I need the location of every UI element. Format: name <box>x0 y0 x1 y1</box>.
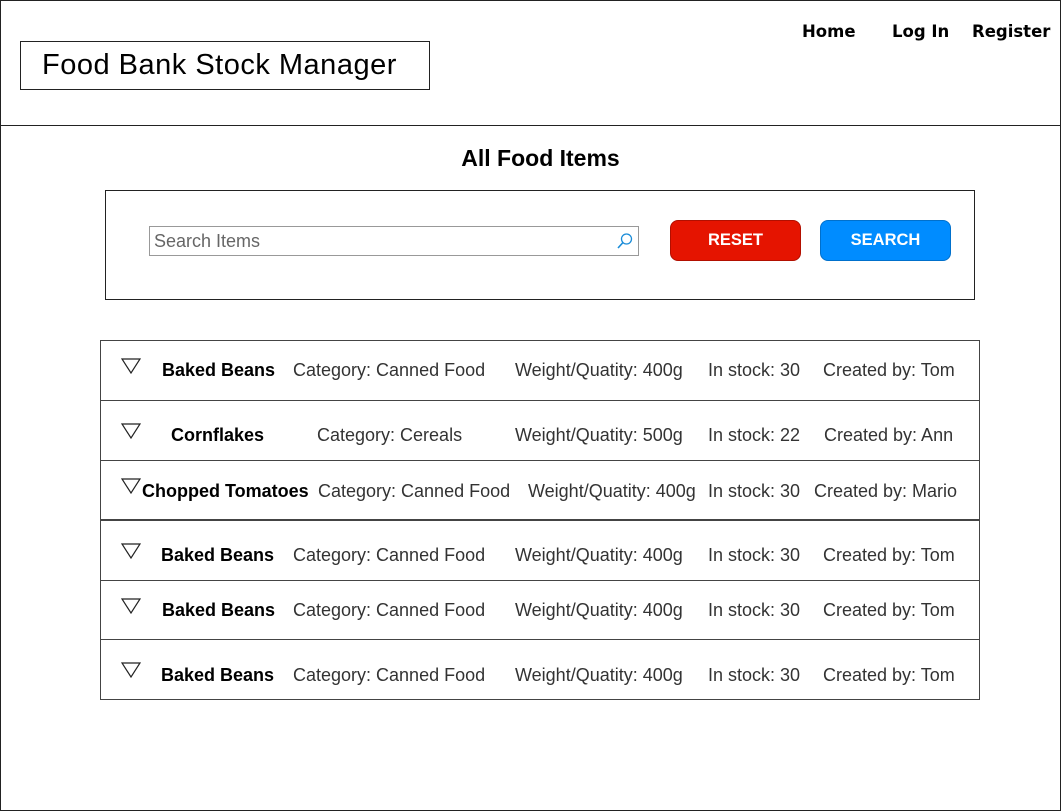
expand-triangle-icon[interactable] <box>121 543 141 559</box>
item-name: Cornflakes <box>171 425 265 445</box>
nav-login-link[interactable]: Log In <box>892 22 949 41</box>
item-weight: Weight/Quatity: 500g <box>515 425 683 445</box>
item-weight: Weight/Quatity: 400g <box>515 545 683 565</box>
item-category: Category: Canned Food <box>293 545 486 565</box>
search-field[interactable] <box>149 226 639 256</box>
expand-triangle-icon[interactable] <box>121 358 141 374</box>
expand-triangle-icon[interactable] <box>121 662 141 678</box>
item-created-by: Created by: Ann <box>824 425 954 445</box>
item-created-by: Created by: Tom <box>823 600 955 620</box>
reset-button[interactable]: RESET <box>670 220 801 261</box>
expand-triangle-icon[interactable] <box>121 423 141 439</box>
list-item[interactable]: Cornflakes Category: Cereals Weight/Quat… <box>100 400 980 461</box>
item-category: Category: Canned Food <box>293 360 486 380</box>
item-created-by: Created by: Tom <box>823 665 955 685</box>
item-stock: In stock: 30 <box>708 481 801 501</box>
item-name: Chopped Tomatoes <box>142 481 309 501</box>
search-button[interactable]: SEARCH <box>820 220 951 261</box>
header: Food Bank Stock Manager Home Log In Regi… <box>0 0 1061 126</box>
item-stock: In stock: 30 <box>708 600 801 620</box>
app-title[interactable]: Food Bank Stock Manager <box>20 41 430 90</box>
item-name: Baked Beans <box>162 360 276 380</box>
item-stock: In stock: 30 <box>708 665 801 685</box>
item-weight: Weight/Quatity: 400g <box>515 360 683 380</box>
item-category: Category: Canned Food <box>318 481 511 501</box>
item-weight: Weight/Quatity: 400g <box>515 665 683 685</box>
item-stock: In stock: 30 <box>708 360 801 380</box>
list-item[interactable]: Baked Beans Category: Canned Food Weight… <box>100 340 980 401</box>
search-panel: RESET SEARCH <box>105 190 975 300</box>
item-stock: In stock: 30 <box>708 545 801 565</box>
nav-home-link[interactable]: Home <box>802 22 856 41</box>
search-input[interactable] <box>150 227 614 255</box>
list-item[interactable]: Chopped Tomatoes Category: Canned Food W… <box>100 460 980 520</box>
page-title: All Food Items <box>461 145 620 171</box>
item-stock: In stock: 22 <box>708 425 801 445</box>
expand-triangle-icon[interactable] <box>121 598 141 614</box>
item-created-by: Created by: Mario <box>814 481 958 501</box>
search-icon[interactable] <box>616 232 634 250</box>
item-name: Baked Beans <box>162 600 276 620</box>
item-category: Category: Canned Food <box>293 600 486 620</box>
list-item[interactable]: Baked Beans Category: Canned Food Weight… <box>100 520 980 581</box>
item-name: Baked Beans <box>161 665 275 685</box>
item-name: Baked Beans <box>161 545 275 565</box>
item-created-by: Created by: Tom <box>823 360 955 380</box>
item-weight: Weight/Quatity: 400g <box>528 481 696 501</box>
expand-triangle-icon[interactable] <box>121 478 141 494</box>
list-item[interactable]: Baked Beans Category: Canned Food Weight… <box>100 580 980 640</box>
list-item[interactable]: Baked Beans Category: Canned Food Weight… <box>100 639 980 700</box>
item-category: Category: Canned Food <box>293 665 486 685</box>
item-weight: Weight/Quatity: 400g <box>515 600 683 620</box>
nav-register-link[interactable]: Register <box>972 22 1050 41</box>
item-category: Category: Cereals <box>317 425 463 445</box>
item-created-by: Created by: Tom <box>823 545 955 565</box>
